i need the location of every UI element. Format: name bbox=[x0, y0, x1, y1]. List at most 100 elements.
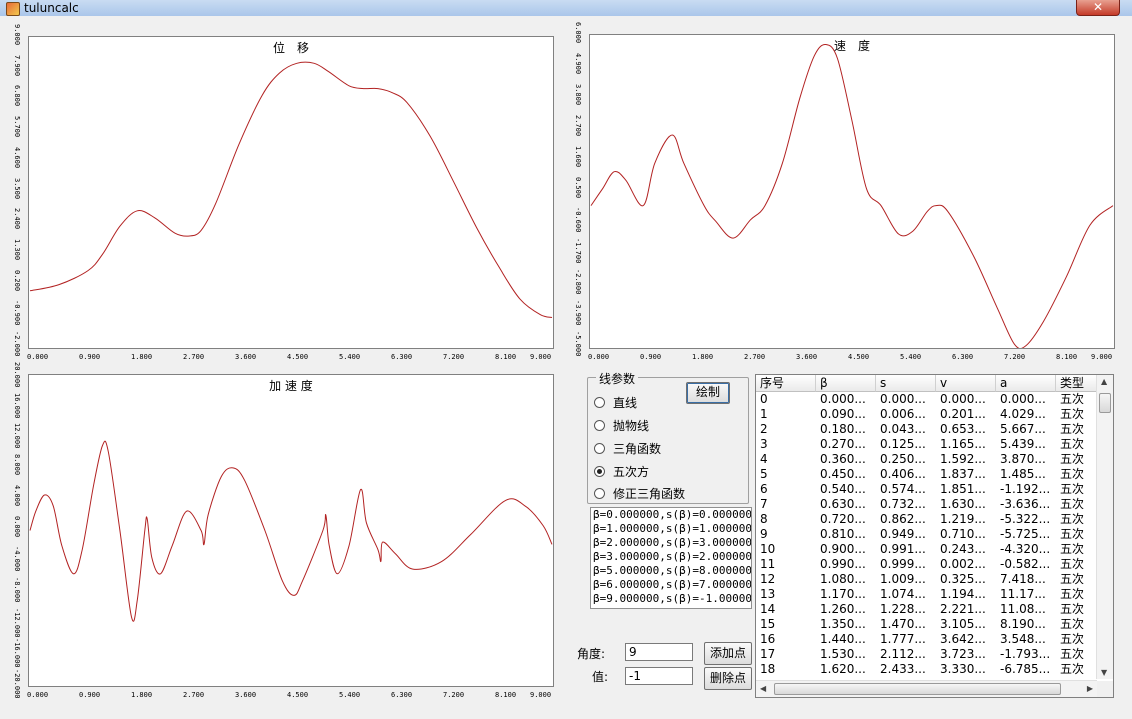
velocity-y-tick-label: 2.700 bbox=[574, 114, 582, 136]
list-item[interactable]: β=1.000000,s(β)=1.000000 bbox=[591, 522, 751, 536]
scroll-right-icon[interactable]: ▶ bbox=[1087, 684, 1093, 693]
table-row[interactable]: 15 1.350... 1.470... 3.105... 8.190... 五次 bbox=[756, 617, 1097, 632]
table-header: 序号 β s v a 类型 bbox=[756, 375, 1097, 392]
table-row[interactable]: 7 0.630... 0.732... 1.630... -3.636... 五次 bbox=[756, 497, 1097, 512]
acceleration-y-tick-label: 12.000 bbox=[13, 423, 21, 449]
table-cell: 3.642... bbox=[940, 632, 986, 646]
velocity-x-tick-label: 0.900 bbox=[640, 353, 662, 361]
vertical-scrollbar[interactable]: ▲ ▼ bbox=[1096, 375, 1113, 679]
table-row[interactable]: 18 1.620... 2.433... 3.330... -6.785... 五次 bbox=[756, 662, 1097, 677]
displacement-x-tick-label: 4.500 bbox=[287, 353, 309, 361]
table-cell: 1.350... bbox=[820, 617, 866, 631]
angle-input[interactable]: 9 bbox=[625, 643, 693, 661]
table-row[interactable]: 14 1.260... 1.228... 2.221... 11.08... 五次 bbox=[756, 602, 1097, 617]
table-cell: 0.990... bbox=[820, 557, 866, 571]
radio-quintic[interactable]: 五次方 bbox=[594, 463, 649, 479]
table-row[interactable]: 9 0.810... 0.949... 0.710... -5.725... 五次 bbox=[756, 527, 1097, 542]
table-cell: 五次 bbox=[1060, 602, 1085, 616]
table-row[interactable]: 11 0.990... 0.999... 0.002... -0.582... 五次 bbox=[756, 557, 1097, 572]
table-row[interactable]: 0 0.000... 0.000... 0.000... 0.000... 五次 bbox=[756, 392, 1097, 407]
acceleration-plot: 加 速 度 bbox=[28, 374, 554, 687]
table-row[interactable]: 4 0.360... 0.250... 1.592... 3.870... 五次 bbox=[756, 452, 1097, 467]
table-row[interactable]: 17 1.530... 2.112... 3.723... -1.793... 五次 bbox=[756, 647, 1097, 662]
acceleration-x-tick-label: 0.900 bbox=[79, 691, 101, 699]
displacement-series-line bbox=[29, 61, 553, 318]
table-cell: 五次 bbox=[1060, 407, 1085, 421]
radio-dot[interactable] bbox=[594, 487, 605, 499]
table-row[interactable]: 2 0.180... 0.043... 0.653... 5.667... 五次 bbox=[756, 422, 1097, 437]
table-row[interactable]: 5 0.450... 0.406... 1.837... 1.485... 五次 bbox=[756, 467, 1097, 482]
table-cell: -6.785... bbox=[1000, 662, 1051, 676]
list-item[interactable]: β=0.000000,s(β)=0.000000 bbox=[591, 508, 751, 522]
column-header[interactable]: β bbox=[816, 375, 876, 392]
list-item[interactable]: β=6.000000,s(β)=7.000000 bbox=[591, 578, 751, 592]
close-button[interactable]: ✕ bbox=[1076, 0, 1120, 16]
table-cell: 0.450... bbox=[820, 467, 866, 481]
column-header[interactable]: a bbox=[996, 375, 1056, 392]
radio-dot[interactable] bbox=[594, 396, 605, 408]
horizontal-scroll-thumb[interactable] bbox=[774, 683, 1061, 695]
delete-point-button[interactable]: 删除点 bbox=[704, 667, 752, 690]
horizontal-scrollbar[interactable]: ◀ ▶ bbox=[756, 680, 1097, 697]
table-row[interactable]: 3 0.270... 0.125... 1.165... 5.439... 五次 bbox=[756, 437, 1097, 452]
list-item[interactable]: β=2.000000,s(β)=3.000000 bbox=[591, 536, 751, 550]
table-cell: 3.105... bbox=[940, 617, 986, 631]
table-row[interactable]: 10 0.900... 0.991... 0.243... -4.320... 五次 bbox=[756, 542, 1097, 557]
column-header[interactable]: 类型 bbox=[1056, 375, 1097, 392]
add-point-button[interactable]: 添加点 bbox=[704, 642, 752, 665]
scroll-down-icon[interactable]: ▼ bbox=[1101, 668, 1107, 677]
list-item[interactable]: β=9.000000,s(β)=-1.000000 bbox=[591, 592, 751, 606]
list-item[interactable]: β=5.000000,s(β)=8.000000 bbox=[591, 564, 751, 578]
acceleration-x-tick-label: 5.400 bbox=[339, 691, 361, 699]
velocity-x-tick-label: 9.000 bbox=[1091, 353, 1113, 361]
table-row[interactable]: 8 0.720... 0.862... 1.219... -5.322... 五次 bbox=[756, 512, 1097, 527]
list-item[interactable]: β=3.000000,s(β)=2.000000 bbox=[591, 550, 751, 564]
column-header[interactable]: s bbox=[876, 375, 936, 392]
displacement-x-tick-label: 0.900 bbox=[79, 353, 101, 361]
table-row[interactable]: 1 0.090... 0.006... 0.201... 4.029... 五次 bbox=[756, 407, 1097, 422]
acceleration-x-tick-label: 9.000 bbox=[530, 691, 552, 699]
velocity-x-tick-label: 7.200 bbox=[1004, 353, 1026, 361]
table-cell: 五次 bbox=[1060, 467, 1085, 481]
scroll-left-icon[interactable]: ◀ bbox=[760, 684, 766, 693]
table-row[interactable]: 12 1.080... 1.009... 0.325... 7.418... 五次 bbox=[756, 572, 1097, 587]
results-table[interactable]: 序号 β s v a 类型 0 0.000... 0.000... 0.000... 0.000.… bbox=[755, 374, 1114, 698]
radio-dot-selected[interactable] bbox=[594, 465, 605, 477]
radio-trig[interactable]: 三角函数 bbox=[594, 440, 661, 456]
table-cell: -1.192... bbox=[1000, 482, 1051, 496]
table-cell: 1.165... bbox=[940, 437, 986, 451]
acceleration-y-tick-label: -12.000 bbox=[13, 607, 21, 638]
velocity-y-tick-label: -2.800 bbox=[574, 269, 582, 295]
scroll-up-icon[interactable]: ▲ bbox=[1101, 377, 1107, 386]
velocity-title: 速 度 bbox=[833, 39, 870, 53]
table-cell: 0.000... bbox=[880, 392, 926, 406]
table-row[interactable]: 16 1.440... 1.777... 3.642... 3.548... 五次 bbox=[756, 632, 1097, 647]
velocity-plot: 速 度 bbox=[589, 34, 1115, 349]
radio-parabola[interactable]: 抛物线 bbox=[594, 417, 649, 433]
column-header[interactable]: 序号 bbox=[756, 375, 816, 392]
velocity-x-tick-label: 4.500 bbox=[848, 353, 870, 361]
radio-dot[interactable] bbox=[594, 419, 605, 431]
table-cell: 2 bbox=[760, 422, 768, 436]
radio-dot[interactable] bbox=[594, 442, 605, 454]
displacement-y-tick-label: 2.400 bbox=[13, 208, 21, 230]
velocity-y-tick-label: -0.600 bbox=[574, 207, 582, 233]
table-cell: 0.250... bbox=[880, 452, 926, 466]
table-row[interactable]: 13 1.170... 1.074... 1.194... 11.17... 五次 bbox=[756, 587, 1097, 602]
table-cell: 五次 bbox=[1060, 422, 1085, 436]
points-listbox[interactable]: β=0.000000,s(β)=0.000000 β=1.000000,s(β)=… bbox=[590, 507, 752, 609]
radio-label: 三角函数 bbox=[613, 441, 662, 456]
title-bar: tuluncalc ✕ bbox=[0, 0, 1132, 17]
radio-modified-trig[interactable]: 修正三角函数 bbox=[594, 485, 685, 501]
column-header[interactable]: v bbox=[936, 375, 996, 392]
vertical-scroll-thumb[interactable] bbox=[1099, 393, 1111, 413]
radio-label: 修正三角函数 bbox=[613, 486, 686, 501]
value-input[interactable]: -1 bbox=[625, 667, 693, 685]
table-cell: 五次 bbox=[1060, 572, 1085, 586]
radio-line[interactable]: 直线 bbox=[594, 394, 637, 410]
draw-button[interactable]: 绘制 bbox=[686, 382, 730, 404]
table-cell: 14 bbox=[760, 602, 776, 616]
table-cell: -4.320... bbox=[1000, 542, 1051, 556]
table-cell: 1.219... bbox=[940, 512, 986, 526]
table-row[interactable]: 6 0.540... 0.574... 1.851... -1.192... 五次 bbox=[756, 482, 1097, 497]
